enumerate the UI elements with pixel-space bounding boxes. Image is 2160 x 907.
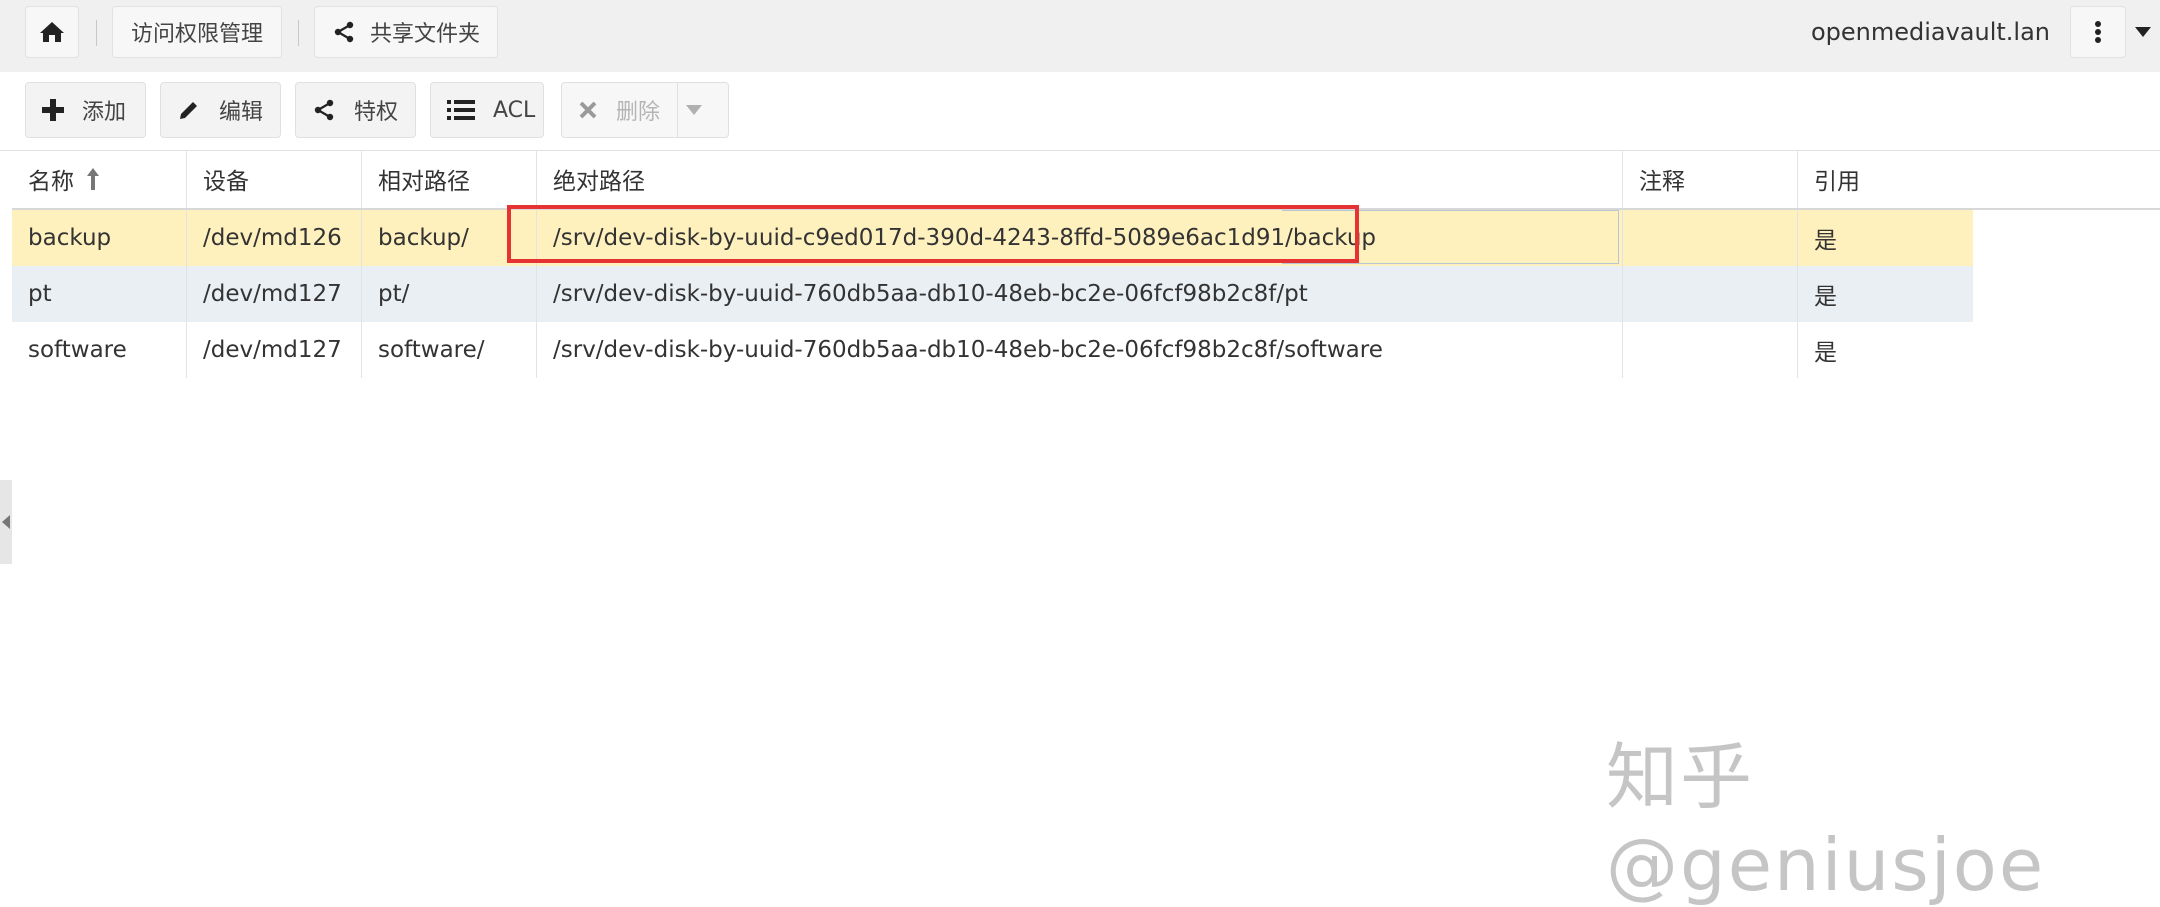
edit-button[interactable]: 编辑 <box>160 82 281 138</box>
cell-comment <box>1623 266 1798 322</box>
watermark-text: 知乎 @geniusjoe <box>1606 735 2046 907</box>
column-referenced-label: 引用 <box>1814 169 1860 195</box>
home-button[interactable] <box>25 6 79 58</box>
cell-relpath: software/ <box>362 322 537 378</box>
caret-down-icon <box>2135 27 2151 37</box>
breadcrumb-shared-folders[interactable]: 共享文件夹 <box>314 6 498 58</box>
column-header-referenced[interactable]: 引用 <box>1798 150 2160 208</box>
column-abspath-label: 绝对路径 <box>553 169 645 195</box>
share-icon <box>314 99 334 121</box>
hostname: openmediavault.lan <box>1810 18 2050 46</box>
delete-label: 删除 <box>616 100 661 125</box>
separator <box>96 20 97 46</box>
home-icon <box>40 22 64 42</box>
breadcrumb-access-rights[interactable]: 访问权限管理 <box>112 6 282 58</box>
cell-device: /dev/md127 <box>187 266 362 322</box>
action-toolbar: 添加 编辑 特权 ACL 删除 <box>0 72 2160 151</box>
top-navigation-bar: 访问权限管理 共享文件夹 openmediavault.lan <box>0 0 2160 72</box>
breadcrumb-shared-label: 共享文件夹 <box>369 22 480 47</box>
cell-relpath: pt/ <box>362 266 537 322</box>
cell-referenced: 是 <box>1814 228 1837 254</box>
sort-ascending-icon <box>87 168 99 190</box>
acl-label: ACL <box>493 97 536 123</box>
column-relpath-label: 相对路径 <box>378 169 470 195</box>
cell-referenced: 是 <box>1814 284 1837 310</box>
column-name-label: 名称 <box>28 169 74 195</box>
cell-abspath: /srv/dev-disk-by-uuid-760db5aa-db10-48eb… <box>537 266 1623 322</box>
pencil-icon <box>180 102 197 119</box>
more-menu-button[interactable] <box>2070 6 2126 58</box>
cell-comment <box>1623 210 1798 266</box>
cell-device: /dev/md126 <box>187 210 362 266</box>
column-header-abspath[interactable]: 绝对路径 <box>537 150 1623 208</box>
user-menu-dropdown[interactable] <box>2126 6 2160 58</box>
cell-relpath: backup/ <box>362 210 537 266</box>
caret-down-icon <box>686 105 702 115</box>
column-header-relpath[interactable]: 相对路径 <box>362 150 537 208</box>
cell-comment <box>1623 322 1798 378</box>
column-device-label: 设备 <box>203 169 249 195</box>
acl-button[interactable]: ACL <box>430 82 544 138</box>
column-header-comment[interactable]: 注释 <box>1623 150 1798 208</box>
add-label: 添加 <box>82 100 127 125</box>
share-icon <box>334 21 354 43</box>
add-button[interactable]: 添加 <box>25 82 146 138</box>
table-row[interactable]: backup /dev/md126 backup/ /srv/dev-disk-… <box>12 210 1973 266</box>
privileges-label: 特权 <box>354 100 399 125</box>
table-row[interactable]: software /dev/md127 software/ /srv/dev-d… <box>12 322 1973 378</box>
column-comment-label: 注释 <box>1639 169 1685 195</box>
table-row[interactable]: pt /dev/md127 pt/ /srv/dev-disk-by-uuid-… <box>12 266 1973 322</box>
cell-name: software <box>12 322 187 378</box>
delete-button[interactable]: 删除 <box>561 82 729 138</box>
close-icon <box>579 101 597 119</box>
cell-name: backup <box>12 210 187 266</box>
list-icon <box>447 100 475 120</box>
cell-name: pt <box>12 266 187 322</box>
separator <box>298 20 299 46</box>
cell-abspath: /srv/dev-disk-by-uuid-760db5aa-db10-48eb… <box>537 322 1623 378</box>
cell-abspath: /srv/dev-disk-by-uuid-c9ed017d-390d-4243… <box>537 210 1623 266</box>
privileges-button[interactable]: 特权 <box>295 82 416 138</box>
delete-options-dropdown[interactable] <box>677 83 728 137</box>
edit-label: 编辑 <box>219 100 264 125</box>
plus-icon <box>42 99 64 121</box>
cell-device: /dev/md127 <box>187 322 362 378</box>
breadcrumb-access-label: 访问权限管理 <box>130 22 263 47</box>
column-header-device[interactable]: 设备 <box>187 150 362 208</box>
collapse-sidebar-handle[interactable] <box>0 480 12 564</box>
caret-left-icon <box>2 515 10 529</box>
shared-folders-table: 名称 设备 相对路径 绝对路径 注释 引用 backup /dev/md126 … <box>12 150 2160 378</box>
table-header: 名称 设备 相对路径 绝对路径 注释 引用 <box>12 150 2160 210</box>
cell-referenced: 是 <box>1814 340 1837 366</box>
vertical-dots-icon <box>2095 21 2101 43</box>
column-header-name[interactable]: 名称 <box>12 150 187 208</box>
